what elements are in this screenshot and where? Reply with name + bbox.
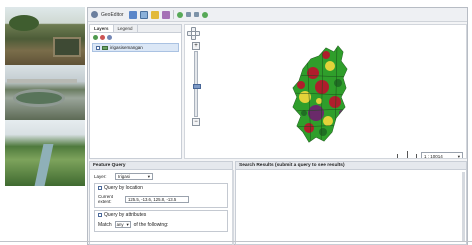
canal-shape bbox=[34, 144, 54, 186]
grid-tool-icon[interactable] bbox=[139, 10, 148, 19]
toolbar-divider bbox=[172, 10, 174, 19]
add-layer-icon[interactable] bbox=[93, 35, 98, 40]
tank-shape bbox=[13, 89, 65, 107]
info-tool-icon[interactable] bbox=[176, 11, 183, 18]
photo-water-tank bbox=[5, 65, 85, 120]
layer-select[interactable]: Irigasi ▾ bbox=[115, 173, 153, 180]
pipe-shape bbox=[7, 79, 77, 83]
layer-label: Layer: bbox=[94, 174, 107, 179]
remove-layer-icon[interactable] bbox=[100, 35, 105, 40]
query-by-attributes-label: Query by attributes bbox=[104, 212, 147, 218]
feature-query-scrollbar[interactable] bbox=[232, 170, 234, 245]
search-results-scrollbar[interactable] bbox=[462, 172, 465, 242]
chevron-down-icon: ▾ bbox=[457, 153, 460, 159]
app-logo-icon bbox=[91, 11, 98, 18]
feature-query-title: Feature Query bbox=[90, 162, 232, 170]
irrigation-polygons bbox=[293, 46, 347, 142]
match-select-value: any bbox=[116, 222, 124, 227]
region-map bbox=[292, 45, 348, 143]
layer-tools bbox=[90, 33, 181, 42]
layer-visibility-checkbox[interactable] bbox=[96, 45, 100, 50]
current-extent-field[interactable]: 125.5, -13.6, 125.8, -13.5 bbox=[125, 195, 189, 203]
query-by-location-checkbox[interactable] bbox=[98, 186, 102, 190]
layer-select-value: Irigasi bbox=[118, 174, 131, 179]
query-by-location-label: Query by location bbox=[104, 185, 143, 191]
tab-layers[interactable]: Layers bbox=[90, 25, 114, 32]
query-by-location-legend: Query by location bbox=[98, 185, 224, 191]
map-scale: 1 : 10014 ▾ bbox=[397, 150, 463, 159]
layer-item[interactable]: irigasisemangan bbox=[92, 43, 179, 52]
query-by-attributes-checkbox[interactable] bbox=[98, 213, 102, 217]
zoom-in-tool-icon[interactable] bbox=[185, 12, 191, 17]
app-window: GeoEditor Layers Legend irigasisemangan bbox=[87, 7, 468, 245]
layers-panel: Layers Legend irigasisemangan bbox=[89, 24, 182, 159]
scale-bar bbox=[397, 150, 417, 158]
match-select[interactable]: any ▾ bbox=[114, 221, 131, 228]
map-canvas[interactable]: + − 1: 10014 ▾ bbox=[184, 24, 467, 159]
pan-tool-icon[interactable] bbox=[150, 10, 159, 19]
zoom-out-tool-icon[interactable] bbox=[193, 12, 199, 17]
scale-value: 1 : 10014 bbox=[424, 154, 443, 159]
current-extent-row: Current extent: 125.5, -13.6, 125.8, -13… bbox=[98, 194, 224, 204]
select-tool-icon[interactable] bbox=[128, 10, 137, 19]
chevron-down-icon: ▾ bbox=[147, 173, 150, 179]
search-results-panel: Search Results (submit a query to see re… bbox=[235, 161, 467, 245]
chevron-down-icon: ▾ bbox=[126, 221, 129, 227]
query-by-attributes-group: Query by attributes Match any ▾ of the f… bbox=[94, 210, 228, 232]
layers-tabs: Layers Legend bbox=[90, 25, 181, 33]
pond-shape bbox=[53, 37, 81, 57]
photo-irrigation-pond bbox=[5, 7, 85, 65]
search-results-title: Search Results (submit a query to see re… bbox=[236, 162, 466, 170]
query-by-location-group: Query by location Current extent: 125.5,… bbox=[94, 183, 228, 208]
match-row: Match any ▾ of the following: bbox=[98, 221, 224, 228]
of-following-label: of the following: bbox=[133, 221, 169, 228]
refresh-tool-icon[interactable] bbox=[201, 11, 208, 18]
feature-query-panel: Feature Query Layer: Irigasi ▾ Query by … bbox=[89, 161, 234, 245]
query-by-attributes-legend: Query by attributes bbox=[98, 212, 224, 218]
match-label: Match bbox=[98, 221, 112, 228]
photo-canal bbox=[5, 120, 85, 186]
app-title: GeoEditor bbox=[101, 11, 124, 18]
tree-shape bbox=[9, 15, 39, 31]
scale-selector[interactable]: 1 : 10014 ▾ bbox=[421, 152, 463, 159]
draw-tool-icon[interactable] bbox=[161, 10, 170, 19]
layer-row: Layer: Irigasi ▾ bbox=[94, 173, 228, 180]
bottom-divider bbox=[0, 241, 472, 242]
layer-icon bbox=[102, 45, 108, 50]
current-extent-label: Current extent: bbox=[98, 194, 114, 204]
tab-legend[interactable]: Legend bbox=[114, 25, 138, 32]
layer-properties-icon[interactable] bbox=[107, 35, 112, 40]
layer-item-label: irigasisemangan bbox=[110, 45, 143, 50]
toolbar: GeoEditor bbox=[88, 8, 467, 22]
